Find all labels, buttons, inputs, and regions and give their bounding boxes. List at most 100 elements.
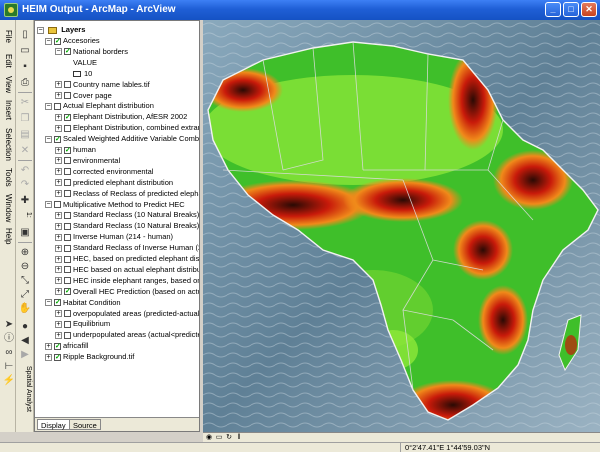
toc-item[interactable]: − Multiplicative Method to Predict HEC: [45, 200, 185, 210]
full-extent-globe-icon[interactable]: ●: [18, 320, 32, 333]
toc-item[interactable]: − ✓ Accesories: [45, 36, 100, 46]
layer-visibility-checkbox[interactable]: [64, 179, 71, 187]
layer-visibility-checkbox[interactable]: ✓: [54, 37, 61, 45]
expand-collapse-toggle[interactable]: −: [45, 201, 52, 209]
toc-item[interactable]: − ✓ Scaled Weighted Additive Variable Comb…: [45, 134, 199, 144]
menu-insert[interactable]: Insert: [1, 100, 15, 120]
layer-visibility-checkbox[interactable]: [54, 102, 61, 110]
identify-icon[interactable]: ⓘ: [2, 332, 16, 345]
copy-icon[interactable]: ❐: [18, 112, 32, 125]
toc-item[interactable]: + HEC inside elephant ranges, based on a: [55, 276, 199, 286]
menu-edit[interactable]: Edit: [1, 54, 15, 68]
menu-help[interactable]: Help: [1, 228, 15, 244]
expand-collapse-toggle[interactable]: +: [55, 331, 62, 339]
toc-item[interactable]: + HEC based on actual elephant distributi: [55, 265, 199, 275]
toc-item[interactable]: + Equilibrium: [55, 319, 110, 329]
expand-collapse-toggle[interactable]: −: [37, 26, 44, 34]
toc-item[interactable]: + environmental: [55, 156, 120, 166]
toc-item[interactable]: + Cover page: [55, 91, 112, 101]
zoom-in-icon[interactable]: ⊕: [18, 246, 32, 259]
layer-visibility-checkbox[interactable]: [64, 190, 71, 198]
toc-item[interactable]: + ✓ Ripple Background.tif: [45, 352, 134, 362]
layer-visibility-checkbox[interactable]: ✓: [64, 48, 71, 56]
pan-hand-icon[interactable]: ✋: [18, 302, 32, 315]
delete-icon[interactable]: ✕: [18, 144, 32, 157]
menu-window[interactable]: Window: [1, 194, 15, 222]
paste-icon[interactable]: ▤: [18, 128, 32, 141]
layer-visibility-checkbox[interactable]: [64, 244, 71, 252]
expand-collapse-toggle[interactable]: +: [55, 310, 62, 318]
editor-toolbar-icon[interactable]: ▣: [18, 226, 32, 239]
expand-collapse-toggle[interactable]: +: [55, 320, 62, 328]
layer-visibility-checkbox[interactable]: ✓: [64, 146, 71, 154]
layer-visibility-checkbox[interactable]: [64, 92, 71, 100]
fixed-zoom-in-icon[interactable]: ⤡: [18, 274, 32, 287]
toc-item[interactable]: VALUE: [73, 58, 97, 68]
expand-collapse-toggle[interactable]: +: [55, 92, 62, 100]
fixed-zoom-out-icon[interactable]: ⤢: [18, 288, 32, 301]
select-elements-arrow-icon[interactable]: ➤: [2, 318, 16, 331]
layer-visibility-checkbox[interactable]: [64, 255, 71, 263]
toc-item[interactable]: + HEC, based on predicted elephant distr: [55, 254, 199, 264]
menu-view[interactable]: View: [1, 76, 15, 93]
toc-item[interactable]: + ✓ human: [55, 145, 96, 155]
toc-item[interactable]: + ✓ Elephant Distribution, AfESR 2002: [55, 112, 187, 122]
toc-item[interactable]: − ✓ National borders: [55, 47, 128, 57]
layer-visibility-checkbox[interactable]: [64, 331, 71, 339]
print-icon[interactable]: ⎙: [18, 76, 32, 89]
layer-visibility-checkbox[interactable]: ✓: [54, 353, 61, 361]
layer-visibility-checkbox[interactable]: [64, 233, 71, 241]
pause-drawing-icon[interactable]: ‖: [235, 434, 243, 442]
layout-view-icon[interactable]: ▭: [215, 434, 223, 442]
toc-item[interactable]: + underpopulated areas (actual<predicte: [55, 330, 199, 340]
toc-root-layers[interactable]: − Layers: [37, 25, 85, 35]
menu-selection[interactable]: Selection: [1, 128, 15, 161]
expand-collapse-toggle[interactable]: +: [55, 222, 62, 230]
expand-collapse-toggle[interactable]: +: [55, 266, 62, 274]
expand-collapse-toggle[interactable]: −: [45, 102, 52, 110]
expand-collapse-toggle[interactable]: +: [55, 211, 62, 219]
layer-visibility-checkbox[interactable]: ✓: [64, 113, 71, 121]
layer-visibility-checkbox[interactable]: [64, 320, 71, 328]
layer-visibility-checkbox[interactable]: ✓: [54, 299, 61, 307]
minimize-button[interactable]: _: [545, 2, 561, 17]
layer-visibility-checkbox[interactable]: [54, 201, 61, 209]
menu-tools[interactable]: Tools: [1, 168, 15, 187]
maximize-button[interactable]: □: [563, 2, 579, 17]
expand-collapse-toggle[interactable]: +: [55, 81, 62, 89]
expand-collapse-toggle[interactable]: +: [55, 277, 62, 285]
toc-item[interactable]: + Standard Reclass of Inverse Human (21: [55, 243, 199, 253]
toc-item[interactable]: + Elephant Distribution, combined extrant: [55, 123, 199, 133]
tab-display[interactable]: Display: [37, 419, 70, 430]
toc-item[interactable]: + Standard Reclass (10 Natural Breaks) o: [55, 210, 199, 220]
toc-item[interactable]: + ✓ Overall HEC Prediction (based on actua: [55, 287, 199, 297]
toc-item[interactable]: + ✓ africafill: [45, 341, 88, 351]
layer-visibility-checkbox[interactable]: ✓: [64, 288, 71, 296]
tab-source[interactable]: Source: [69, 419, 101, 430]
expand-collapse-toggle[interactable]: +: [55, 157, 62, 165]
undo-icon[interactable]: ↶: [18, 164, 32, 177]
back-arrow-icon[interactable]: ◀: [18, 334, 32, 347]
refresh-icon[interactable]: ↻: [225, 434, 233, 442]
hyperlink-icon[interactable]: ⚡: [2, 374, 16, 387]
zoom-out-icon[interactable]: ⊖: [18, 260, 32, 273]
layer-visibility-checkbox[interactable]: ✓: [54, 135, 61, 143]
expand-collapse-toggle[interactable]: +: [55, 255, 62, 263]
cut-icon[interactable]: ✂: [18, 96, 32, 109]
layer-visibility-checkbox[interactable]: ✓: [54, 342, 61, 350]
toc-item[interactable]: + Country name lables.tif: [55, 80, 150, 90]
layer-visibility-checkbox[interactable]: [64, 168, 71, 176]
expand-collapse-toggle[interactable]: +: [55, 288, 62, 296]
redo-icon[interactable]: ↷: [18, 178, 32, 191]
find-binoculars-icon[interactable]: ∞: [2, 346, 16, 359]
close-button[interactable]: ✕: [581, 2, 597, 17]
expand-collapse-toggle[interactable]: −: [45, 299, 52, 307]
toc-item[interactable]: − Actual Elephant distribution: [45, 101, 154, 111]
toc-item[interactable]: + Reclass of Reclass of predicted elephar: [55, 189, 199, 199]
toc-item[interactable]: 10: [73, 69, 92, 79]
toc-item[interactable]: + overpopulated areas (predicted-actual: [55, 309, 199, 319]
expand-collapse-toggle[interactable]: +: [55, 124, 62, 132]
expand-collapse-toggle[interactable]: +: [55, 233, 62, 241]
expand-collapse-toggle[interactable]: +: [55, 113, 62, 121]
save-icon[interactable]: ▪: [18, 60, 32, 73]
